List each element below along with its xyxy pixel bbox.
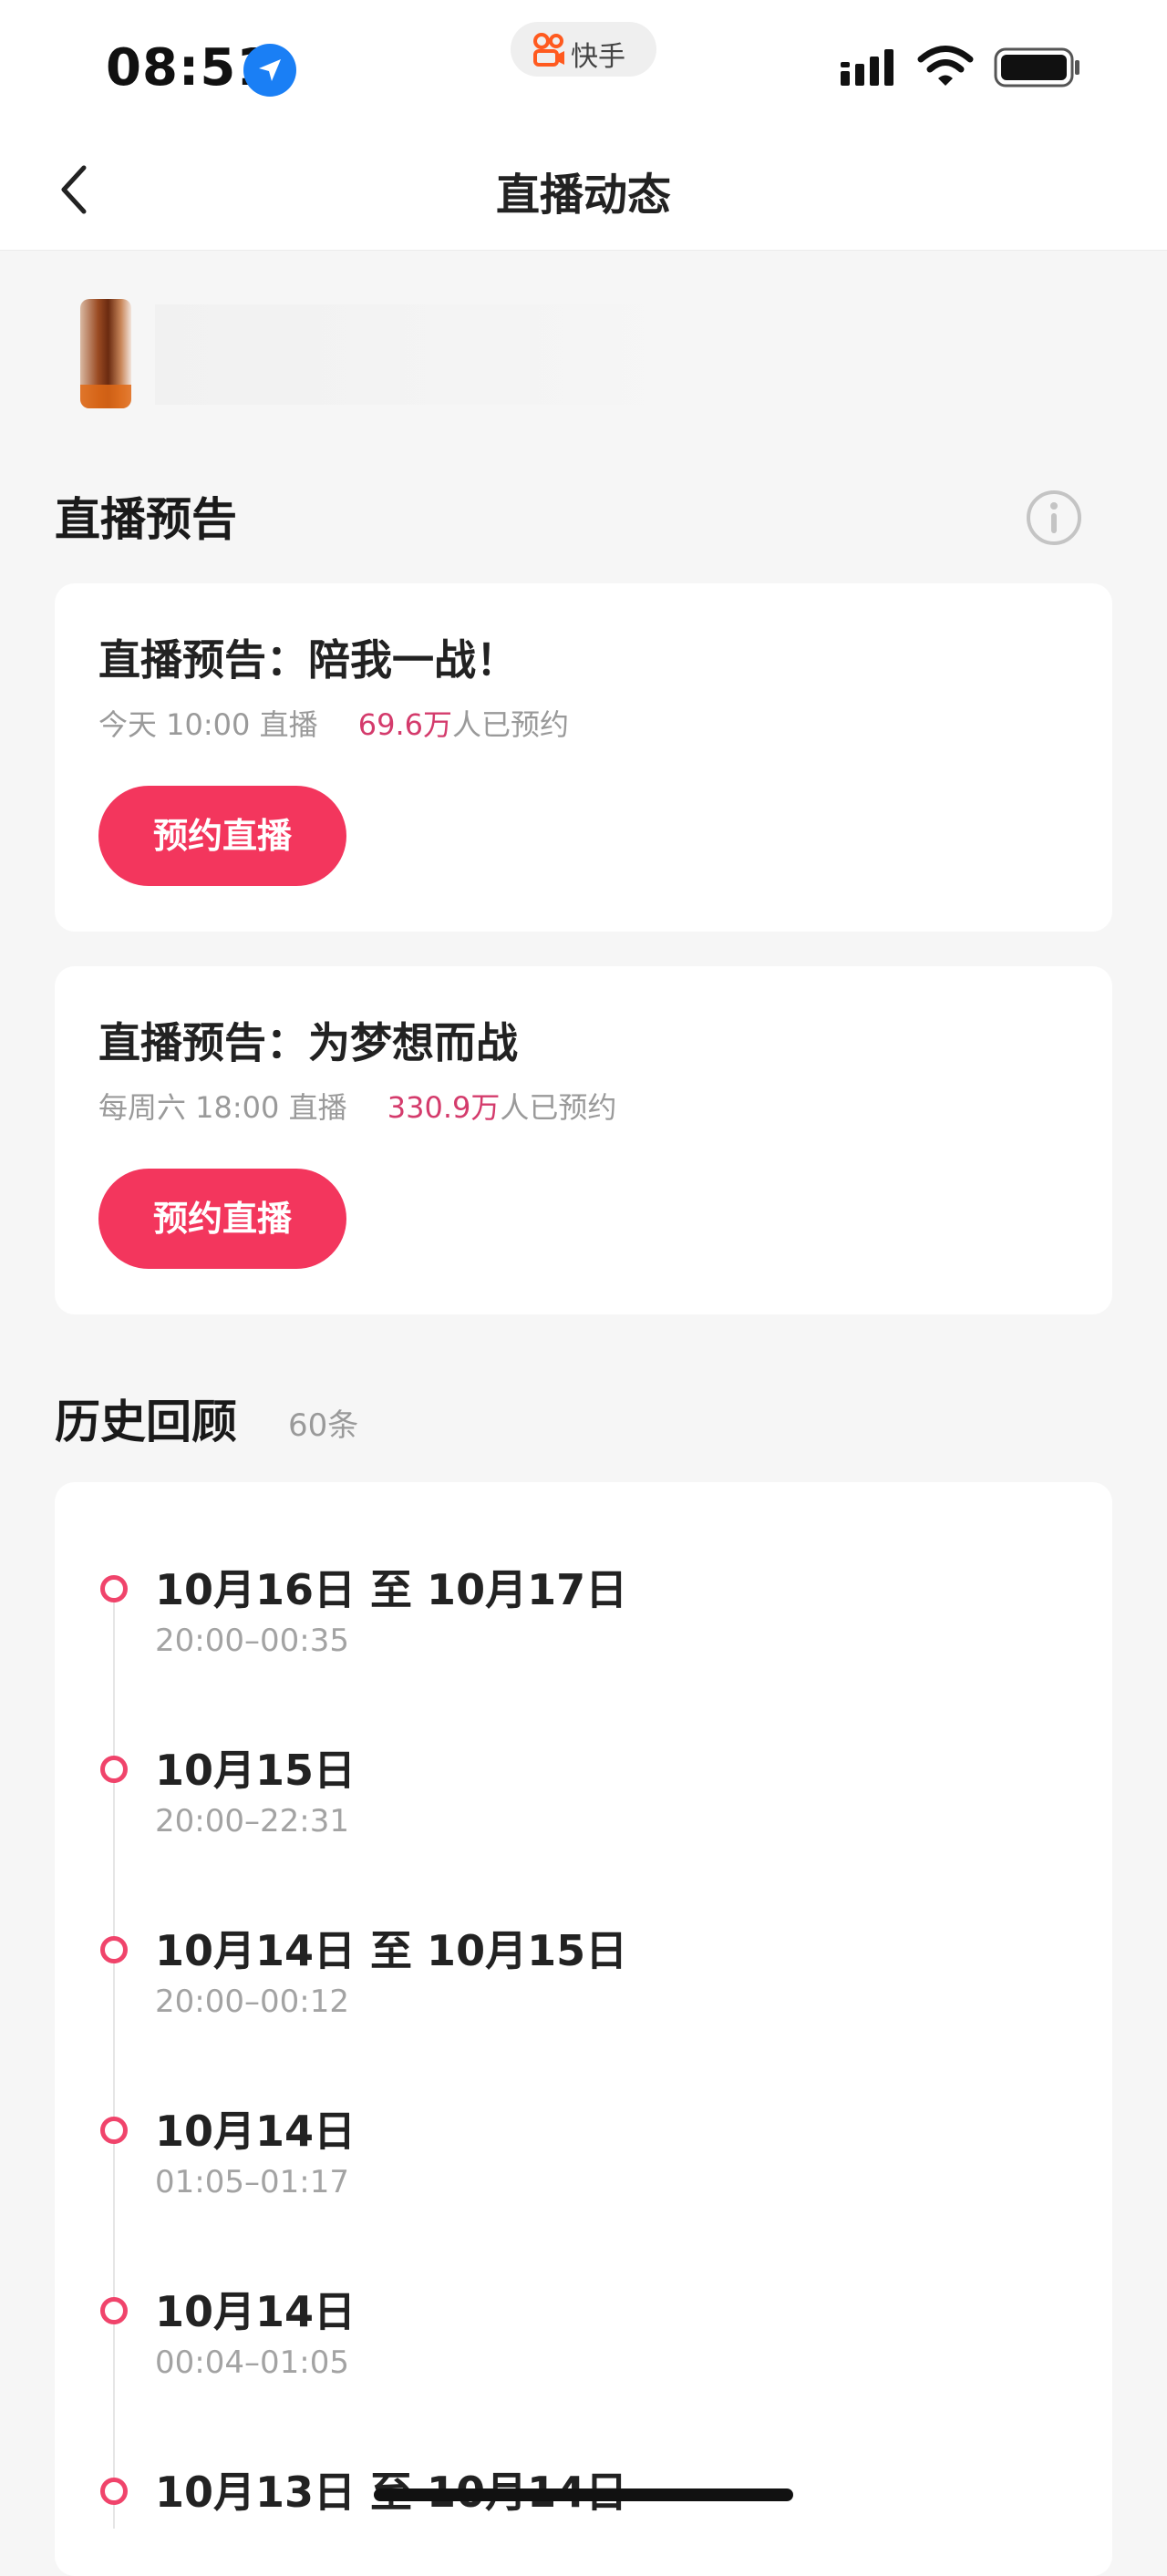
app-indicator-pill[interactable]: 快手 (511, 22, 656, 77)
timeline-dot-icon (100, 2117, 128, 2144)
location-arrow-icon (243, 44, 296, 97)
history-time: 00:04–01:05 (155, 2344, 349, 2381)
info-icon[interactable] (1025, 489, 1083, 547)
preview-card-meta: 今天 10:00 直播 69.6万人已预约 (98, 702, 569, 744)
preview-schedule: 每周六 18:00 直播 (98, 1090, 347, 1125)
history-item[interactable]: 10月14日 至 10月15日 20:00–00:12 (0, 1926, 1167, 2091)
history-item[interactable]: 10月16日 至 10月17日 20:00–00:35 (0, 1565, 1167, 1730)
history-item[interactable]: 10月15日 20:00–22:31 (0, 1746, 1167, 1911)
history-count: 60条 (288, 1407, 359, 1444)
page-title: 直播动态 (495, 170, 671, 221)
wifi-icon (917, 46, 974, 86)
history-item[interactable]: 10月14日 01:05–01:17 (0, 2107, 1167, 2272)
reservation-count: 69.6万 (357, 707, 453, 742)
history-date: 10月14日 至 10月15日 (155, 1926, 628, 1975)
history-item[interactable]: 10月14日 00:04–01:05 (0, 2287, 1167, 2452)
app-name: 快手 (571, 41, 625, 73)
history-time: 20:00–22:31 (155, 1803, 349, 1839)
reservation-count: 330.9万 (387, 1090, 501, 1125)
timeline-dot-icon (100, 2297, 128, 2324)
reserve-live-button[interactable]: 预约直播 (98, 1169, 346, 1269)
preview-card-title: 直播预告：为梦想而战 (98, 1018, 518, 1067)
live-preview-card: 直播预告：为梦想而战 每周六 18:00 直播 330.9万人已预约 预约直播 (55, 966, 1112, 1314)
history-date: 10月14日 (155, 2287, 356, 2336)
timeline-dot-icon (100, 1756, 128, 1783)
streamer-profile[interactable] (0, 250, 1167, 432)
preview-section-title: 直播预告 (55, 493, 237, 546)
avatar[interactable] (80, 299, 131, 408)
history-section-title: 历史回顾 (55, 1396, 237, 1448)
reservation-suffix: 人已预约 (452, 707, 570, 742)
live-preview-card: 直播预告：陪我一战！ 今天 10:00 直播 69.6万人已预约 预约直播 (55, 583, 1112, 932)
history-time: 01:05–01:17 (155, 2164, 349, 2200)
streamer-name-blurred (155, 304, 702, 405)
history-date: 10月15日 (155, 1746, 356, 1795)
home-indicator[interactable] (374, 2488, 793, 2501)
history-date: 10月16日 至 10月17日 (155, 1565, 628, 1614)
kuaishou-logo-icon (533, 33, 564, 67)
history-date: 10月14日 (155, 2107, 356, 2156)
timeline-dot-icon (100, 1575, 128, 1602)
timeline-dot-icon (100, 2478, 128, 2505)
reservation-suffix: 人已预约 (500, 1090, 617, 1125)
status-bar: 08:51 快手 (0, 0, 1167, 137)
preview-card-meta: 每周六 18:00 直播 330.9万人已预约 (98, 1085, 616, 1127)
history-time: 20:00–00:12 (155, 1984, 349, 2020)
cellular-signal-icon (841, 49, 893, 86)
preview-card-title: 直播预告：陪我一战！ (98, 635, 518, 685)
history-time: 20:00–00:35 (155, 1623, 349, 1659)
preview-schedule: 今天 10:00 直播 (98, 707, 318, 742)
timeline-dot-icon (100, 1936, 128, 1963)
battery-icon (994, 47, 1079, 88)
navigation-bar: 直播动态 (0, 137, 1167, 251)
reserve-live-button[interactable]: 预约直播 (98, 786, 346, 886)
